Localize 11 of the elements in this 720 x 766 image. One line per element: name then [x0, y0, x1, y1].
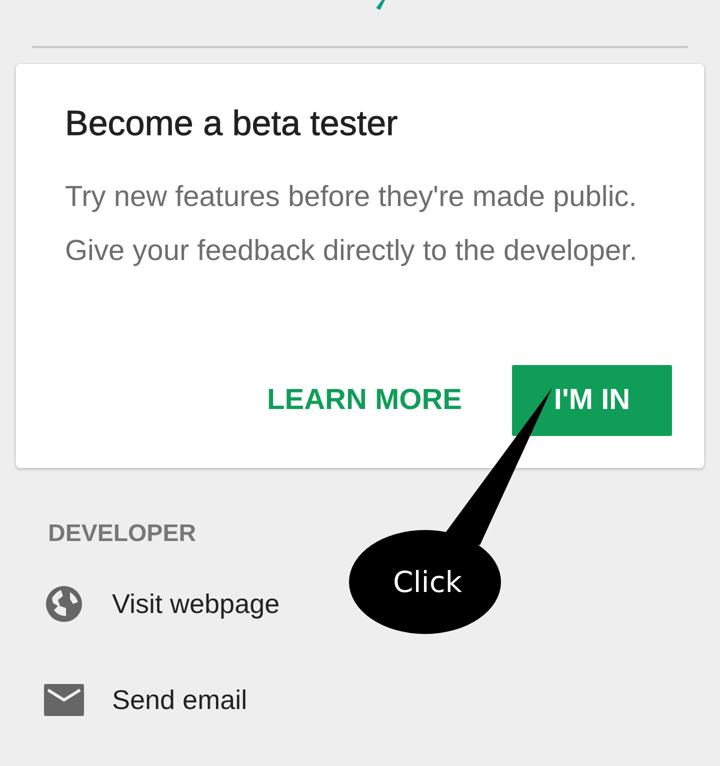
- card-title: Become a beta tester: [65, 104, 399, 144]
- mail-icon: [44, 684, 84, 716]
- globe-icon: [44, 584, 84, 624]
- link-label[interactable]: Send email: [112, 684, 248, 716]
- learn-more-button[interactable]: LEARN MORE: [247, 365, 482, 436]
- link-label[interactable]: Visit webpage: [112, 588, 280, 620]
- section-heading: DEVELOPER: [48, 520, 198, 548]
- im-in-button[interactable]: I'M IN: [512, 365, 672, 436]
- letter-fragment-icon: [376, 0, 385, 10]
- callout-text: Click: [393, 565, 462, 599]
- card-description: Try new features before they're made public. Give your feedback directly to the developer.: [65, 180, 638, 269]
